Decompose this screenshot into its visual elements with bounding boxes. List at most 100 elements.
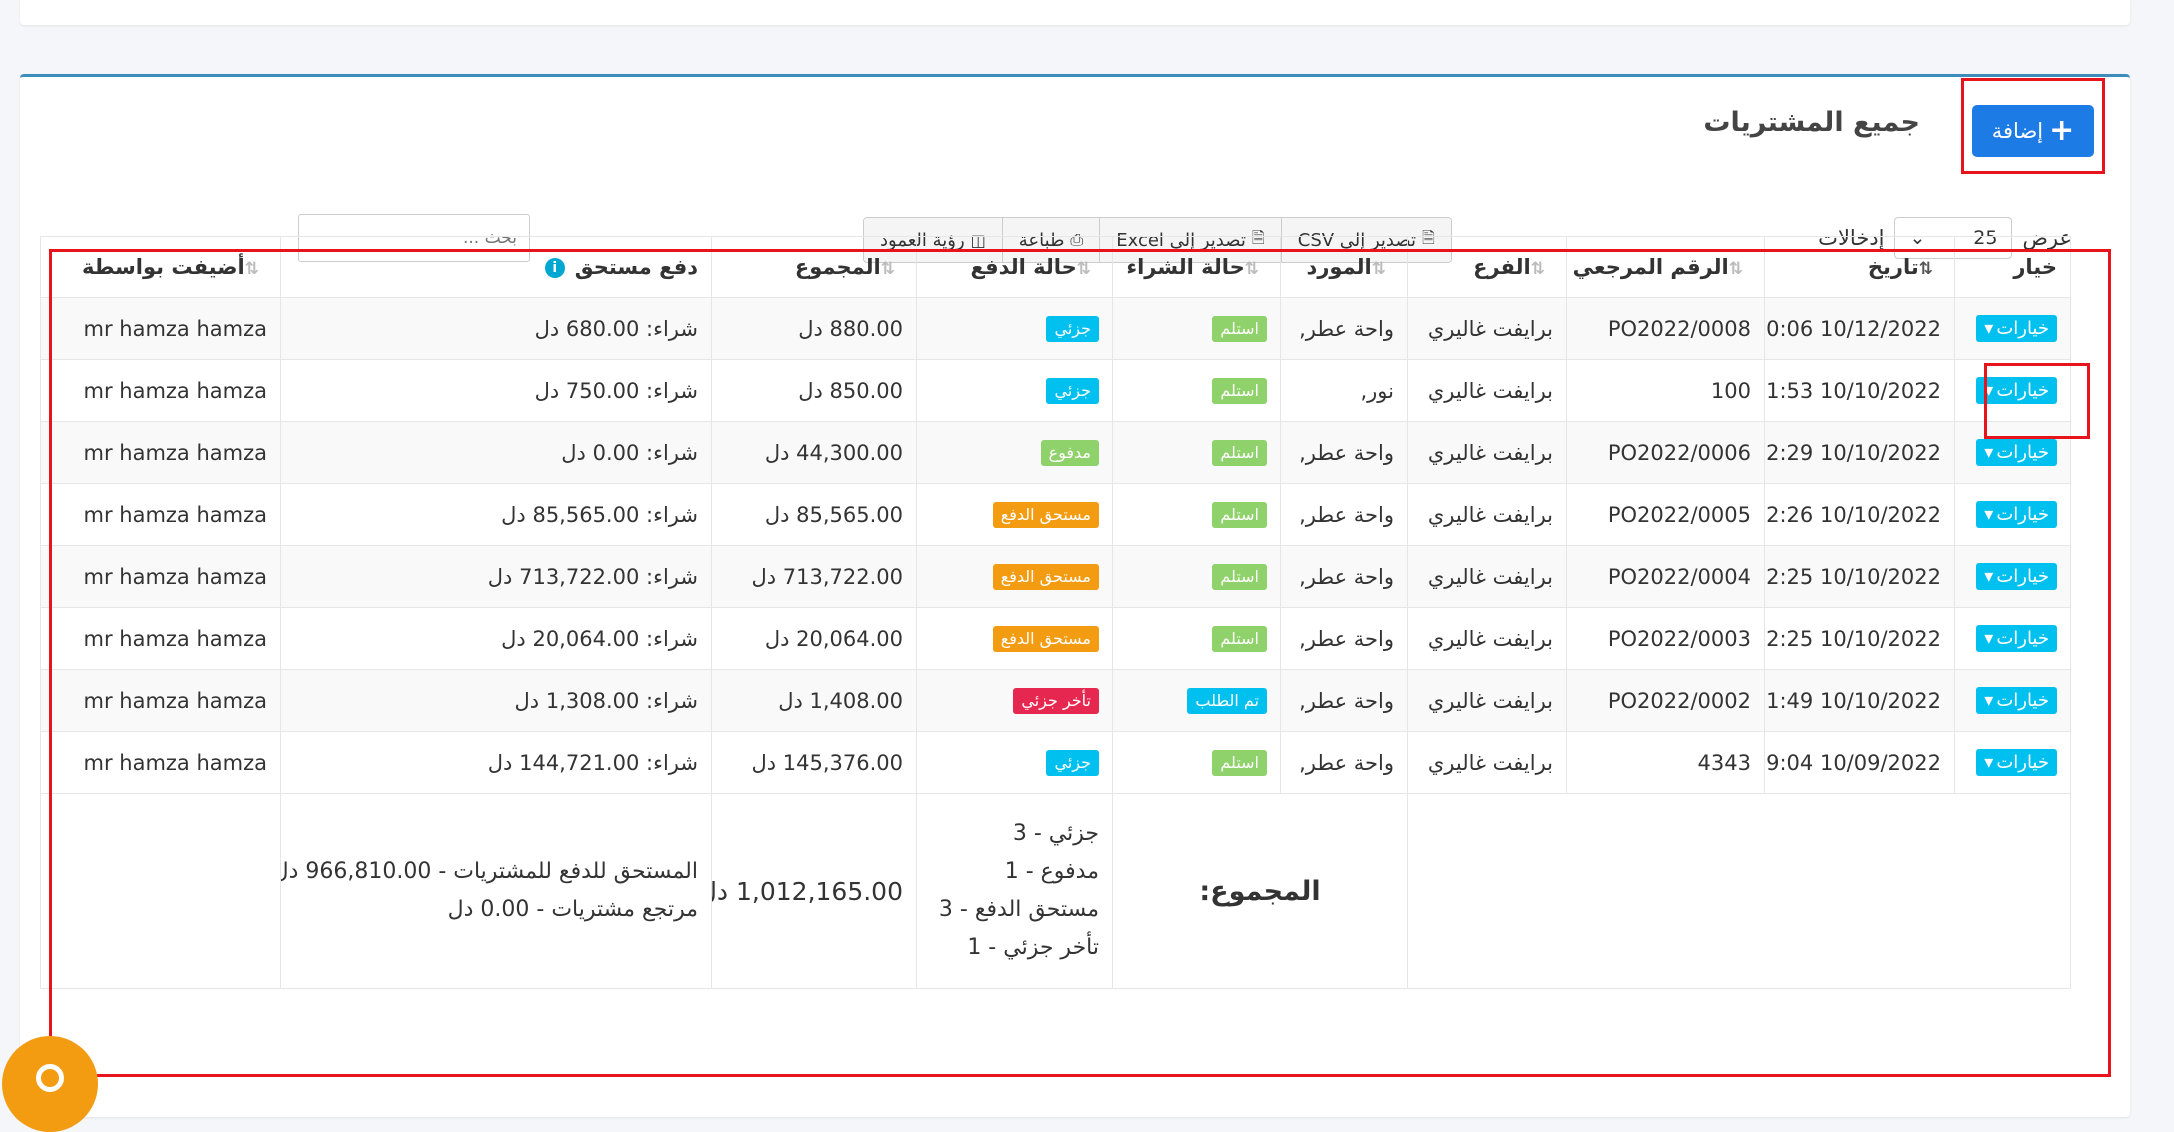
cell-date: 10/10/2022 02:29 bbox=[1764, 421, 1955, 484]
cell-supplier: واحة عطر, bbox=[1280, 297, 1408, 360]
add-purchase-button[interactable]: + إضافة bbox=[1972, 105, 2094, 157]
header-supplier[interactable]: ⇅المورد bbox=[1280, 236, 1408, 298]
table-footer-row: المجموع: جزئي - 3 مدفوع - 1 مستحق الدفع … bbox=[40, 793, 2071, 989]
purchase-status-badge[interactable]: استلم bbox=[1212, 750, 1267, 776]
caret-down-icon: ▾ bbox=[1984, 752, 1994, 773]
cell-action: خيارات ▾ bbox=[1954, 607, 2071, 670]
payment-status-badge[interactable]: مستحق الدفع bbox=[992, 626, 1099, 652]
purchase-status-badge[interactable]: استلم bbox=[1212, 564, 1267, 590]
options-button[interactable]: خيارات ▾ bbox=[1976, 315, 2057, 342]
payment-status-badge[interactable]: جزئي bbox=[1046, 750, 1099, 776]
cell-total: 145,376.00 دل bbox=[711, 731, 917, 794]
options-label: خيارات bbox=[1996, 628, 2049, 649]
cell-supplier: واحة عطر, bbox=[1280, 731, 1408, 794]
help-fab[interactable] bbox=[2, 1036, 98, 1132]
cell-purchase-status: استلم bbox=[1112, 421, 1281, 484]
cell-payment-status: جزئي bbox=[916, 731, 1113, 794]
cell-ref-no: PO2022/0002 bbox=[1566, 669, 1765, 732]
header-date[interactable]: ⇅تاريخ bbox=[1764, 236, 1955, 298]
table-row: خيارات▾ 10/10/2022 02:29PO2022/0006برايفت… bbox=[40, 421, 2071, 484]
cell-purchase-status: استلم bbox=[1112, 483, 1281, 546]
payment-count-overdue: تأخر جزئي - 1 bbox=[967, 935, 1099, 960]
cell-action: خيارات ▾ bbox=[1954, 545, 2071, 608]
table-row: خيارات▾ 10/10/2022 02:25PO2022/0004برايفت… bbox=[40, 545, 2071, 608]
payment-status-badge[interactable]: جزئي bbox=[1046, 316, 1099, 342]
options-button[interactable]: خيارات ▾ bbox=[1976, 377, 2057, 404]
cell-location: برايفت غاليري bbox=[1407, 483, 1567, 546]
cell-payment-due: شراء: 85,565.00 دل bbox=[280, 483, 712, 546]
table-row: خيارات▾ 10/10/2022 02:26PO2022/0005برايفت… bbox=[40, 483, 2071, 546]
options-button[interactable]: خيارات ▾ bbox=[1976, 625, 2057, 652]
options-button[interactable]: خيارات ▾ bbox=[1976, 501, 2057, 528]
cell-ref-no: PO2022/0006 bbox=[1566, 421, 1765, 484]
cell-action: خيارات ▾ bbox=[1954, 483, 2071, 546]
header-added-by[interactable]: ⇅أضيفت بواسطة bbox=[40, 236, 281, 298]
options-button[interactable]: خيارات ▾ bbox=[1976, 687, 2057, 714]
header-ref-no[interactable]: ⇅الرقم المرجعي bbox=[1566, 236, 1765, 298]
cell-payment-due: شراء: 750.00 دل bbox=[280, 359, 712, 422]
purchase-status-badge[interactable]: استلم bbox=[1212, 440, 1267, 466]
footer-spacer bbox=[1407, 793, 2071, 989]
header-payment-due[interactable]: دفع مستحقi bbox=[280, 236, 712, 298]
header-total[interactable]: ⇅المجموع bbox=[711, 236, 917, 298]
options-label: خيارات bbox=[1996, 442, 2049, 463]
cell-added-by: mr hamza hamza bbox=[40, 421, 281, 484]
table-row: خيارات▾ 10/09/2022 19:044343برايفت غاليري… bbox=[40, 731, 2071, 794]
payment-status-badge[interactable]: مدفوع bbox=[1040, 440, 1099, 466]
options-label: خيارات bbox=[1996, 566, 2049, 587]
cell-purchase-status: استلم bbox=[1112, 607, 1281, 670]
options-button[interactable]: خيارات ▾ bbox=[1976, 749, 2057, 776]
cell-supplier: واحة عطر, bbox=[1280, 545, 1408, 608]
footer-payment-counts: جزئي - 3 مدفوع - 1 مستحق الدفع - 3 تأخر … bbox=[916, 793, 1113, 989]
payment-status-badge[interactable]: مستحق الدفع bbox=[992, 564, 1099, 590]
purchase-status-badge[interactable]: استلم bbox=[1212, 378, 1267, 404]
purchase-status-badge[interactable]: استلم bbox=[1212, 626, 1267, 652]
cell-total: 85,565.00 دل bbox=[711, 483, 917, 546]
cell-date: 10/12/2022 00:06 bbox=[1764, 297, 1955, 360]
info-icon[interactable]: i bbox=[544, 258, 565, 278]
cell-action: خيارات ▾ bbox=[1954, 731, 2071, 794]
caret-down-icon: ▾ bbox=[1984, 504, 1994, 525]
cell-payment-due: شراء: 0.00 دل bbox=[280, 421, 712, 484]
cell-supplier: واحة عطر, bbox=[1280, 669, 1408, 732]
cell-date: 10/10/2022 01:49 bbox=[1764, 669, 1955, 732]
cell-added-by: mr hamza hamza bbox=[40, 297, 281, 360]
cell-total: 713,722.00 دل bbox=[711, 545, 917, 608]
cell-date: 10/09/2022 19:04 bbox=[1764, 731, 1955, 794]
cell-purchase-status: استلم bbox=[1112, 359, 1281, 422]
purchases-table: خيار ⇅تاريخ ⇅الرقم المرجعي ⇅الفرع ⇅المور… bbox=[40, 236, 2071, 989]
cell-added-by: mr hamza hamza bbox=[40, 545, 281, 608]
cell-location: برايفت غاليري bbox=[1407, 731, 1567, 794]
cell-payment-status: جزئي bbox=[916, 359, 1113, 422]
cell-added-by: mr hamza hamza bbox=[40, 483, 281, 546]
purchase-status-badge[interactable]: استلم bbox=[1212, 502, 1267, 528]
header-location[interactable]: ⇅الفرع bbox=[1407, 236, 1567, 298]
options-label: خيارات bbox=[1996, 318, 2049, 339]
cell-payment-status: تأخر جزئي bbox=[916, 669, 1113, 732]
cell-action: خيارات ▾ bbox=[1954, 669, 2071, 732]
footer-total-label: المجموع: bbox=[1112, 793, 1408, 989]
page-title: جميع المشتريات bbox=[1703, 107, 1920, 138]
payment-status-badge[interactable]: تأخر جزئي bbox=[1013, 688, 1099, 714]
cell-ref-no: 100 bbox=[1566, 359, 1765, 422]
options-button[interactable]: خيارات ▾ bbox=[1976, 439, 2057, 466]
cell-supplier: واحة عطر, bbox=[1280, 421, 1408, 484]
cell-date: 10/10/2022 02:25 bbox=[1764, 545, 1955, 608]
header-payment-status[interactable]: ⇅حالة الدفع bbox=[916, 236, 1113, 298]
payment-count-due: مستحق الدفع - 3 bbox=[938, 897, 1099, 922]
table-row: خيارات▾ 10/10/2022 02:25PO2022/0003برايفت… bbox=[40, 607, 2071, 670]
options-button[interactable]: خيارات ▾ bbox=[1976, 563, 2057, 590]
footer-return-total: مرتجع مشتريات - 0.00 دل bbox=[447, 897, 698, 922]
cell-supplier: نور, bbox=[1280, 359, 1408, 422]
cell-payment-status: مستحق الدفع bbox=[916, 483, 1113, 546]
cell-payment-status: مدفوع bbox=[916, 421, 1113, 484]
cell-added-by: mr hamza hamza bbox=[40, 669, 281, 732]
cell-total: 1,408.00 دل bbox=[711, 669, 917, 732]
payment-status-badge[interactable]: جزئي bbox=[1046, 378, 1099, 404]
header-purchase-status[interactable]: ⇅حالة الشراء bbox=[1112, 236, 1281, 298]
payment-status-badge[interactable]: مستحق الدفع bbox=[992, 502, 1099, 528]
purchase-status-badge[interactable]: استلم bbox=[1212, 316, 1267, 342]
purchase-status-badge[interactable]: تم الطلب bbox=[1187, 688, 1267, 714]
cell-supplier: واحة عطر, bbox=[1280, 607, 1408, 670]
cell-ref-no: PO2022/0005 bbox=[1566, 483, 1765, 546]
